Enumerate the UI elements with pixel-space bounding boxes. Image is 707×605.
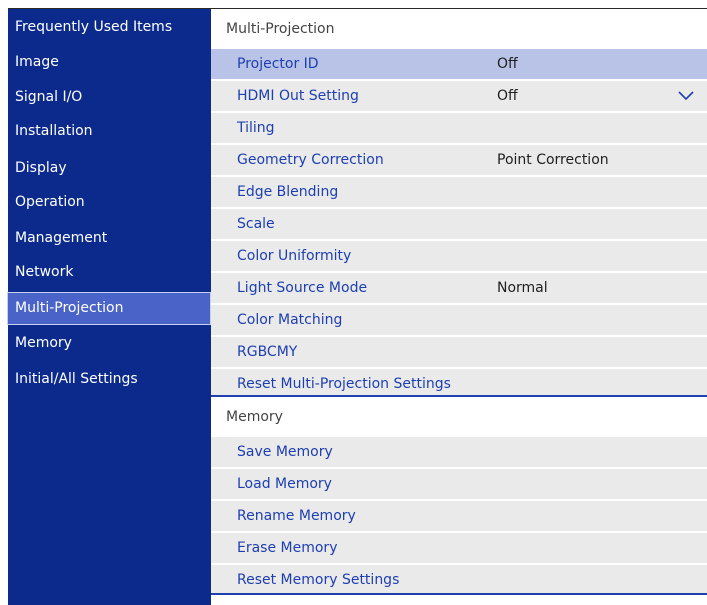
- row-rgbcmy[interactable]: RGBCMY: [211, 337, 707, 368]
- row-label: Color Uniformity: [237, 248, 352, 264]
- section-divider: [211, 593, 707, 595]
- row-label: Reset Memory Settings: [237, 572, 400, 588]
- row-value: Off: [497, 88, 518, 104]
- row-label: Rename Memory: [237, 508, 356, 524]
- row-label: Scale: [237, 216, 275, 232]
- row-label: Projector ID: [237, 56, 319, 72]
- settings-panel: Multi-Projection Projector ID Off HDMI O…: [211, 9, 707, 605]
- sidebar-item-management[interactable]: Management: [8, 224, 210, 252]
- row-erase-memory[interactable]: Erase Memory: [211, 533, 707, 564]
- sidebar-item-operation[interactable]: Operation: [8, 188, 210, 216]
- row-load-memory[interactable]: Load Memory: [211, 469, 707, 500]
- row-reset-memory-settings[interactable]: Reset Memory Settings: [211, 565, 707, 596]
- row-projector-id[interactable]: Projector ID Off: [211, 49, 707, 80]
- row-value: Normal: [497, 280, 548, 296]
- chevron-down-icon[interactable]: [677, 88, 695, 102]
- row-color-matching[interactable]: Color Matching: [211, 305, 707, 336]
- row-hdmi-out-setting[interactable]: HDMI Out Setting Off: [211, 81, 707, 112]
- row-tiling[interactable]: Tiling: [211, 113, 707, 144]
- sidebar-item-image[interactable]: Image: [8, 48, 210, 76]
- row-label: Light Source Mode: [237, 280, 368, 296]
- row-label: Erase Memory: [237, 540, 338, 556]
- sidebar-item-network[interactable]: Network: [8, 258, 210, 286]
- sidebar-item-memory[interactable]: Memory: [8, 329, 210, 357]
- row-label: Geometry Correction: [237, 152, 384, 168]
- row-label: Edge Blending: [237, 184, 339, 200]
- sidebar-item-initial-all-settings[interactable]: Initial/All Settings: [8, 365, 210, 393]
- sidebar-item-display[interactable]: Display: [8, 154, 210, 182]
- row-label: Tiling: [237, 120, 275, 136]
- row-save-memory[interactable]: Save Memory: [211, 437, 707, 468]
- row-geometry-correction[interactable]: Geometry Correction Point Correction: [211, 145, 707, 176]
- row-label: Color Matching: [237, 312, 343, 328]
- row-label: Save Memory: [237, 444, 333, 460]
- sidebar-item-frequently-used-items[interactable]: Frequently Used Items: [8, 13, 210, 41]
- row-label: RGBCMY: [237, 344, 298, 360]
- section-header-memory: Memory: [211, 397, 707, 437]
- row-value: Point Correction: [497, 152, 609, 168]
- row-color-uniformity[interactable]: Color Uniformity: [211, 241, 707, 272]
- row-light-source-mode[interactable]: Light Source Mode Normal: [211, 273, 707, 304]
- section-header-multi-projection: Multi-Projection: [211, 9, 707, 49]
- row-label: Load Memory: [237, 476, 332, 492]
- row-value: Off: [497, 56, 518, 72]
- row-rename-memory[interactable]: Rename Memory: [211, 501, 707, 532]
- sidebar-item-signal-io[interactable]: Signal I/O: [8, 83, 210, 111]
- row-scale[interactable]: Scale: [211, 209, 707, 240]
- sidebar-item-multi-projection[interactable]: Multi-Projection: [7, 292, 211, 325]
- row-edge-blending[interactable]: Edge Blending: [211, 177, 707, 208]
- row-label: HDMI Out Setting: [237, 88, 359, 104]
- sidebar-item-installation[interactable]: Installation: [8, 117, 210, 145]
- sidebar: Frequently Used Items Image Signal I/O I…: [7, 9, 211, 605]
- projector-menu-window: Frequently Used Items Image Signal I/O I…: [7, 8, 707, 605]
